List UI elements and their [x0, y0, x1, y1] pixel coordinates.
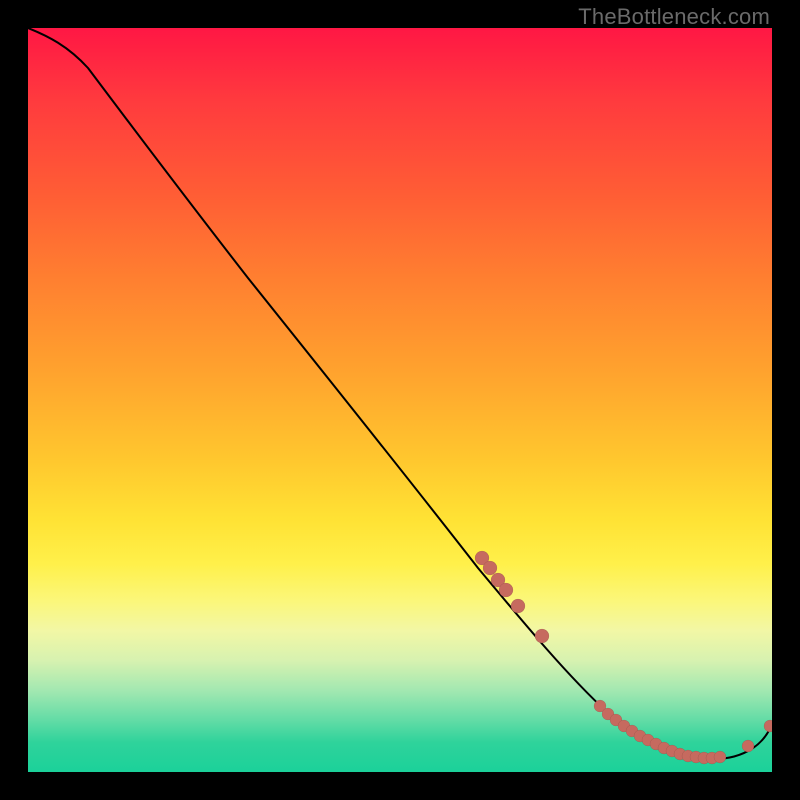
marker-dot [535, 629, 549, 643]
marker-dot [764, 720, 772, 732]
marker-dot [483, 561, 497, 575]
marker-dot [499, 583, 513, 597]
watermark-text: TheBottleneck.com [578, 4, 770, 30]
chart-svg [28, 28, 772, 772]
marker-dot [511, 599, 525, 613]
marker-dot [742, 740, 754, 752]
bottleneck-curve [28, 28, 772, 759]
chart-plot-area [28, 28, 772, 772]
chart-frame: TheBottleneck.com [0, 0, 800, 800]
marker-dot [714, 751, 726, 763]
